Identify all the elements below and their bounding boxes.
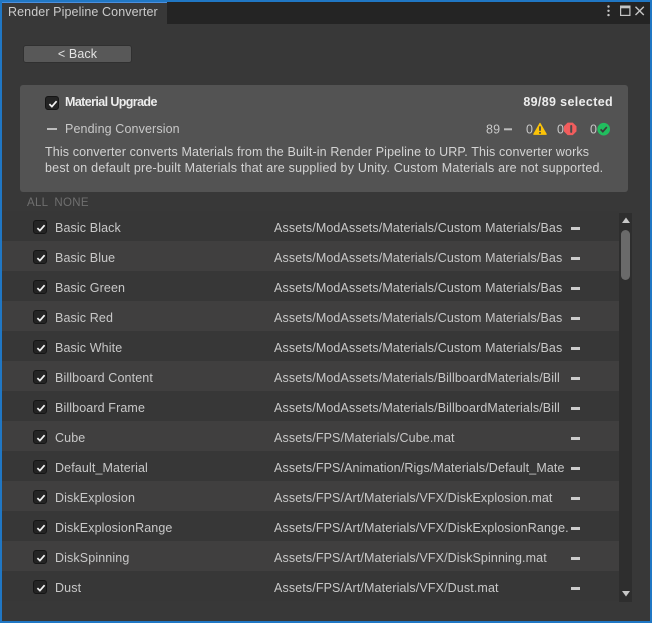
svg-text:89: 89 [486, 123, 500, 137]
svg-text:0: 0 [557, 123, 564, 137]
svg-text:0: 0 [526, 123, 533, 137]
svg-text:0: 0 [590, 123, 597, 137]
